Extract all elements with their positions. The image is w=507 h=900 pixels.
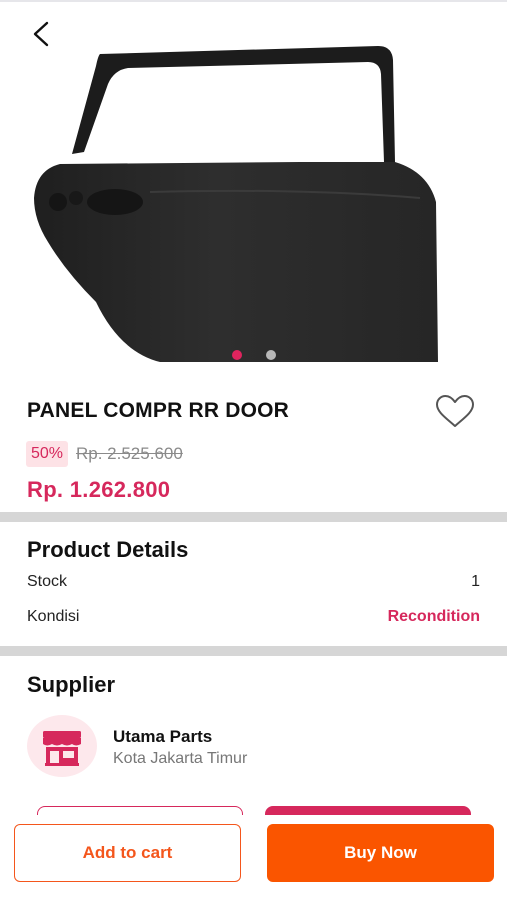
add-to-cart-button[interactable]: Add to cart	[14, 824, 241, 882]
buy-now-button[interactable]: Buy Now	[267, 824, 494, 882]
store-icon	[43, 731, 81, 766]
back-button[interactable]	[26, 18, 58, 50]
section-divider	[0, 646, 507, 656]
carousel-dot[interactable]	[265, 350, 276, 360]
sale-price: Rp. 1.262.800	[27, 477, 171, 502]
original-price: Rp. 2.525.600	[76, 444, 183, 463]
supplier-heading: Supplier	[27, 672, 116, 697]
product-image-carousel[interactable]	[0, 2, 507, 380]
section-divider	[0, 512, 507, 522]
wishlist-button[interactable]	[434, 394, 476, 430]
heart-icon	[436, 395, 474, 427]
product-details-heading: Product Details	[27, 537, 189, 562]
supplier-name[interactable]: Utama Parts	[113, 727, 212, 747]
stock-label: Stock	[27, 573, 68, 590]
supplier-location: Kota Jakarta Timur	[113, 750, 248, 767]
back-arrow-icon	[33, 21, 49, 47]
product-title: PANEL COMPR RR DOOR	[27, 399, 290, 422]
carousel-indicator	[0, 350, 507, 360]
stock-value: 1	[471, 573, 480, 590]
product-image	[34, 46, 438, 362]
condition-label: Kondisi	[27, 608, 80, 625]
discount-badge: 50%	[26, 441, 69, 467]
carousel-dot[interactable]	[231, 350, 242, 360]
condition-value: Recondition	[387, 608, 480, 625]
